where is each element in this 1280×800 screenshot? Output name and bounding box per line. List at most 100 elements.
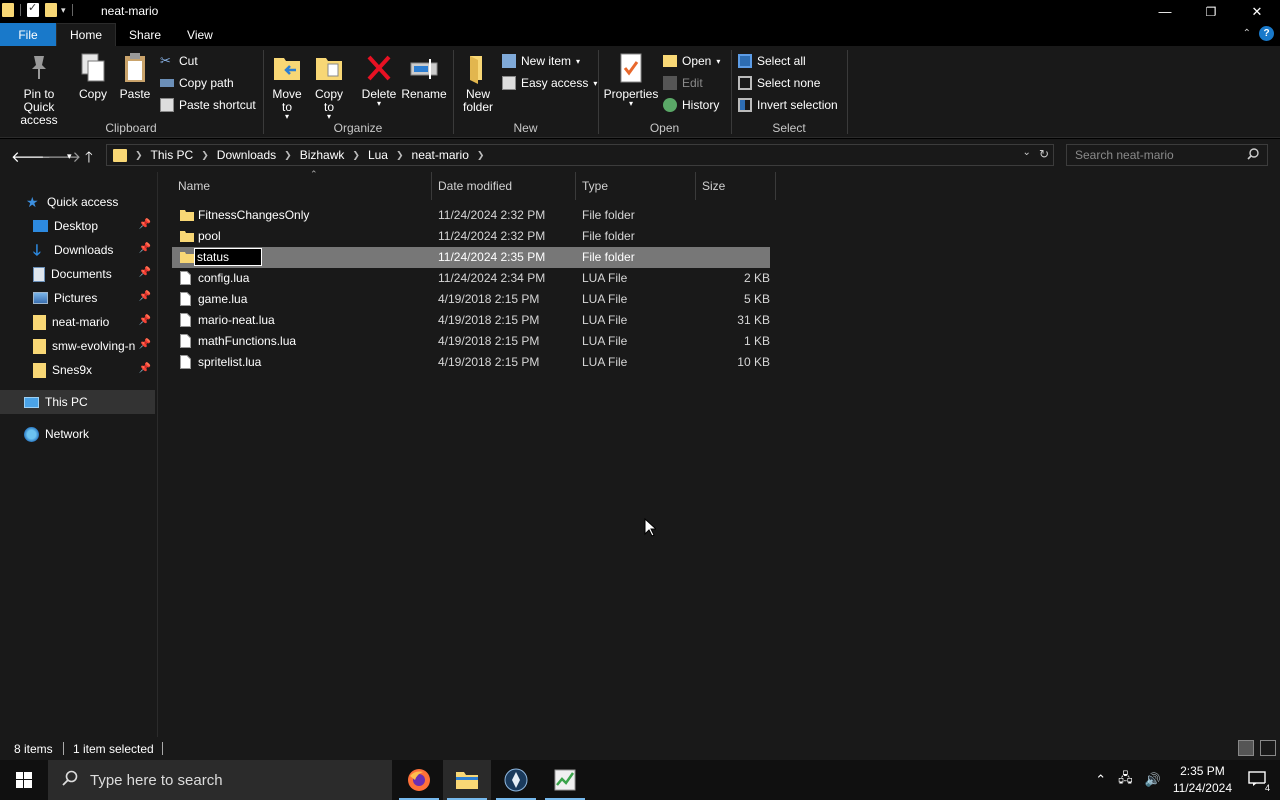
notification-count-badge: 4 xyxy=(1264,782,1270,793)
pin-icon[interactable]: 📌 xyxy=(139,219,151,230)
delete-button[interactable]: Delete ▾ xyxy=(362,52,396,108)
column-date-modified[interactable]: Date modified xyxy=(432,172,576,200)
column-name[interactable]: ⌃ Name xyxy=(172,169,432,200)
taskbar-bizhawk[interactable] xyxy=(492,760,540,800)
volume-icon[interactable]: 🔊 xyxy=(1145,772,1161,788)
table-row[interactable]: mario-neat.lua 4/19/2018 2:15 PM LUA File 3… xyxy=(172,310,770,331)
clock[interactable]: 2:35 PM 11/24/2024 xyxy=(1173,763,1232,797)
column-size[interactable]: Size xyxy=(696,172,776,200)
select-none-button[interactable]: Select none xyxy=(738,73,820,93)
taskbar-firefox[interactable] xyxy=(395,760,443,800)
table-row[interactable]: game.lua 4/19/2018 2:15 PM LUA File 5 KB xyxy=(172,289,770,310)
address-bar[interactable]: ❯ This PC ❯ Downloads ❯ Bizhawk ❯ Lua ❯ … xyxy=(106,144,1054,166)
table-row[interactable]: pool 11/24/2024 2:32 PM File folder xyxy=(172,226,770,247)
taskbar-task-manager[interactable] xyxy=(541,760,589,800)
chevron-right-icon[interactable]: ❯ xyxy=(201,150,209,161)
table-row[interactable]: FitnessChangesOnly 11/24/2024 2:32 PM File… xyxy=(172,205,770,226)
details-view-button[interactable] xyxy=(1238,740,1254,756)
file-date-modified: 11/24/2024 2:32 PM xyxy=(438,229,546,243)
nav-item-snes9x[interactable]: Snes9x 📌 xyxy=(0,358,155,382)
tab-home[interactable]: Home xyxy=(56,23,117,46)
tab-view[interactable]: View xyxy=(174,23,226,46)
large-icons-view-button[interactable] xyxy=(1260,740,1276,756)
copy-button[interactable]: Copy xyxy=(76,52,110,101)
notifications-icon[interactable]: 4 xyxy=(1248,770,1270,793)
chevron-right-icon[interactable]: ❯ xyxy=(135,150,143,161)
forward-arrow-icon[interactable]: 🡒 xyxy=(41,147,81,166)
chevron-right-icon[interactable]: ❯ xyxy=(284,150,292,161)
start-button[interactable] xyxy=(0,760,48,800)
collapse-ribbon-icon[interactable]: ⌃ xyxy=(1243,28,1251,39)
copy-to-button[interactable]: Copy to ▾ xyxy=(312,52,346,121)
nav-item-neat-mario[interactable]: neat-mario 📌 xyxy=(0,310,155,334)
rename-button[interactable]: Rename xyxy=(400,52,448,101)
pin-icon[interactable]: 📌 xyxy=(139,315,151,326)
table-row[interactable]: 11/24/2024 2:35 PM File folder xyxy=(172,247,770,268)
customize-toolbar-chevron-icon[interactable]: ▾ xyxy=(61,5,66,16)
nav-item-documents[interactable]: Documents 📌 xyxy=(0,262,155,286)
restore-button[interactable]: ❐ xyxy=(1188,0,1234,23)
select-all-button[interactable]: Select all xyxy=(738,51,806,71)
new-item-button[interactable]: New item ▾ xyxy=(502,51,580,71)
chevron-right-icon[interactable]: ❯ xyxy=(477,150,485,161)
properties-button[interactable]: Properties ▾ xyxy=(603,52,659,108)
nav-quick-access[interactable]: ★ Quick access xyxy=(0,190,155,214)
paste-shortcut-button[interactable]: Paste shortcut xyxy=(160,95,256,115)
refresh-icon[interactable]: ↻ xyxy=(1039,147,1049,161)
easy-access-button[interactable]: Easy access ▾ xyxy=(502,73,597,93)
breadcrumb-neat-mario[interactable]: neat-mario xyxy=(412,148,469,162)
nav-item-desktop[interactable]: Desktop 📌 xyxy=(0,214,155,238)
tab-file[interactable]: File xyxy=(0,23,56,46)
up-arrow-icon[interactable]: 🡑 xyxy=(85,147,93,172)
open-button[interactable]: Open ▾ xyxy=(663,51,720,71)
close-button[interactable]: ✕ xyxy=(1234,0,1280,23)
breadcrumb-bizhawk[interactable]: Bizhawk xyxy=(300,148,345,162)
delete-icon xyxy=(364,52,394,84)
help-icon[interactable]: ? xyxy=(1259,26,1274,41)
taskbar-search[interactable]: Type here to search xyxy=(48,760,392,800)
breadcrumb-this-pc[interactable]: This PC xyxy=(151,148,194,162)
invert-selection-button[interactable]: Invert selection xyxy=(738,95,838,115)
pin-to-quick-access-button[interactable]: Pin to Quick access xyxy=(6,52,72,127)
nav-item-downloads[interactable]: 🡓 Downloads 📌 xyxy=(0,238,155,262)
recent-locations-chevron-icon[interactable]: ▾ xyxy=(67,151,72,162)
pin-icon[interactable]: 📌 xyxy=(139,363,151,374)
cut-button[interactable]: ✂ Cut xyxy=(160,51,198,71)
paste-button[interactable]: Paste xyxy=(118,52,152,101)
address-history-chevron-icon[interactable]: ⌄ xyxy=(1023,147,1031,161)
minimize-button[interactable]: — xyxy=(1142,0,1188,23)
table-row[interactable]: config.lua 11/24/2024 2:34 PM LUA File 2 KB xyxy=(172,268,770,289)
network-status-icon[interactable]: 🖧 xyxy=(1118,769,1133,791)
rename-input[interactable] xyxy=(194,248,262,266)
nav-item-smw-evolving[interactable]: smw-evolving-n 📌 xyxy=(0,334,155,358)
file-icon xyxy=(180,271,192,286)
chevron-right-icon[interactable]: ❯ xyxy=(396,150,404,161)
breadcrumb-downloads[interactable]: Downloads xyxy=(217,148,276,162)
copy-path-button[interactable]: Copy path xyxy=(160,73,234,93)
pin-icon[interactable]: 📌 xyxy=(139,339,151,350)
nav-network[interactable]: Network xyxy=(0,422,155,446)
taskbar-file-explorer[interactable] xyxy=(443,760,491,800)
new-folder-button[interactable]: New folder xyxy=(460,52,496,114)
move-to-button[interactable]: Move to ▾ xyxy=(270,52,304,121)
show-hidden-icons-chevron-icon[interactable]: ⌃ xyxy=(1095,772,1106,788)
pin-icon[interactable]: 📌 xyxy=(139,291,151,302)
chevron-down-icon: ▾ xyxy=(376,99,381,108)
breadcrumb-lua[interactable]: Lua xyxy=(368,148,388,162)
search-box[interactable] xyxy=(1066,144,1268,166)
properties-icon[interactable] xyxy=(27,1,39,17)
copy-to-icon xyxy=(314,52,344,84)
tab-share[interactable]: Share xyxy=(116,23,174,46)
nav-this-pc[interactable]: This PC xyxy=(0,390,155,414)
column-type[interactable]: Type xyxy=(576,172,696,200)
table-row[interactable]: mathFunctions.lua 4/19/2018 2:15 PM LUA Fi… xyxy=(172,331,770,352)
table-row[interactable]: spritelist.lua 4/19/2018 2:15 PM LUA File 1… xyxy=(172,352,770,373)
new-folder-icon[interactable] xyxy=(45,3,57,17)
search-input[interactable] xyxy=(1067,145,1237,165)
nav-item-pictures[interactable]: Pictures 📌 xyxy=(0,286,155,310)
pin-icon[interactable]: 📌 xyxy=(139,243,151,254)
pin-icon[interactable]: 📌 xyxy=(139,267,151,278)
chevron-right-icon[interactable]: ❯ xyxy=(352,150,360,161)
history-button[interactable]: History xyxy=(663,95,719,115)
edit-button[interactable]: Edit xyxy=(663,73,703,93)
